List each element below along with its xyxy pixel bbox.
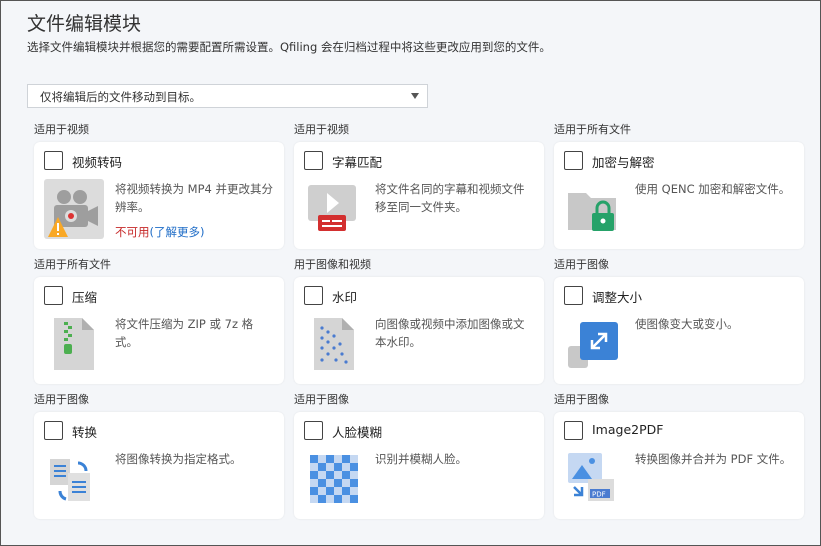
watermark-icon (304, 314, 364, 374)
module-checkbox[interactable] (564, 151, 583, 170)
page-title: 文件编辑模块 (27, 13, 142, 35)
module-card[interactable]: 字幕匹配 将文件名同的字幕和视频文件移至同一文件夹。 (294, 142, 544, 249)
module-4: 适用于所有文件 压缩 将文件压缩为 ZIP 或 7z 格式。 (34, 259, 284, 384)
module-description: 使用 QENC 加密和解密文件。 (635, 182, 791, 196)
module-checkbox[interactable] (44, 421, 63, 440)
module-category: 适用于所有文件 (554, 123, 631, 136)
module-category: 适用于视频 (294, 123, 349, 136)
module-card[interactable]: Image2PDF PDF 转换图像并合并为 PDF 文件。 (554, 412, 804, 519)
select-value: 仅将编辑后的文件移动到目标。 (40, 90, 201, 104)
page-description: 选择文件编辑模块并根据您的需要配置所需设置。Qfiling 会在归档过程中将这些… (27, 40, 551, 54)
module-description: 使图像变大或变小。 (635, 317, 739, 331)
module-category: 适用于图像 (34, 393, 89, 406)
module-checkbox[interactable] (44, 151, 63, 170)
module-checkbox[interactable] (304, 421, 323, 440)
face-blur-icon (304, 449, 364, 509)
module-category: 用于图像和视频 (294, 258, 371, 271)
module-card[interactable]: 水印 向图像或视频中添加图像或文本水印。 (294, 277, 544, 384)
module-6: 适用于图像 调整大小 使图像变大或变小。 (554, 259, 804, 384)
module-checkbox[interactable] (44, 286, 63, 305)
module-checkbox[interactable] (304, 151, 323, 170)
module-card[interactable]: 转换 将图像转换为指定格式。 (34, 412, 284, 519)
image-to-pdf-icon: PDF (564, 449, 624, 509)
module-name: 水印 (332, 290, 358, 305)
svg-text:PDF: PDF (592, 491, 606, 499)
zip-file-icon (44, 314, 104, 374)
module-1: 适用于视频 视频转码 将视频转换为 MP4 并更改其分辨率。不可用(了解更多) (34, 124, 284, 249)
chevron-down-icon (411, 93, 419, 99)
module-3: 适用于所有文件 加密与解密 使用 QENC 加密和解密文件。 (554, 124, 804, 249)
module-description: 将视频转换为 MP4 并更改其分辨率。 (115, 182, 273, 214)
module-description: 将图像转换为指定格式。 (115, 452, 242, 466)
module-category: 适用于所有文件 (34, 258, 111, 271)
module-8: 适用于图像 人脸模糊 识别并模糊人脸。 (294, 394, 544, 519)
module-category: 适用于图像 (554, 393, 609, 406)
module-checkbox[interactable] (564, 421, 583, 440)
module-name: 调整大小 (592, 290, 643, 305)
module-name: 转换 (72, 425, 98, 440)
module-name: 字幕匹配 (332, 155, 383, 170)
module-card[interactable]: 压缩 将文件压缩为 ZIP 或 7z 格式。 (34, 277, 284, 384)
module-name: 加密与解密 (592, 155, 655, 170)
module-checkbox[interactable] (564, 286, 583, 305)
module-card[interactable]: 加密与解密 使用 QENC 加密和解密文件。 (554, 142, 804, 249)
module-name: 压缩 (72, 290, 98, 305)
module-description: 向图像或视频中添加图像或文本水印。 (375, 317, 525, 349)
folder-lock-icon (564, 179, 624, 239)
module-5: 用于图像和视频 水印 向图像或视频中添加图像或文本水印。 (294, 259, 544, 384)
learn-more-link[interactable]: (了解更多) (150, 225, 205, 239)
convert-icon (44, 449, 104, 509)
module-description: 将文件名同的字幕和视频文件移至同一文件夹。 (375, 182, 525, 214)
module-description: 将文件压缩为 ZIP 或 7z 格式。 (115, 317, 254, 349)
subtitle-video-icon (304, 179, 364, 239)
module-description: 转换图像并合并为 PDF 文件。 (635, 452, 792, 466)
module-9: 适用于图像 Image2PDF PDF 转换图像并合并为 PDF 文件。 (554, 394, 804, 519)
module-name: 视频转码 (72, 155, 123, 170)
module-category: 适用于视频 (34, 123, 89, 136)
module-card[interactable]: 人脸模糊 识别并模糊人脸。 (294, 412, 544, 519)
module-2: 适用于视频 字幕匹配 将文件名同的字幕和视频文件移至同一文件夹。 (294, 124, 544, 249)
module-category: 适用于图像 (554, 258, 609, 271)
resize-icon (564, 314, 624, 374)
video-camera-warning-icon (44, 179, 104, 239)
module-card[interactable]: 调整大小 使图像变大或变小。 (554, 277, 804, 384)
module-category: 适用于图像 (294, 393, 349, 406)
module-name: 人脸模糊 (332, 425, 383, 440)
unavailable-status: 不可用 (115, 225, 150, 239)
module-name: Image2PDF (592, 422, 664, 437)
module-description: 识别并模糊人脸。 (375, 452, 467, 466)
output-mode-select[interactable]: 仅将编辑后的文件移动到目标。 (27, 84, 428, 108)
module-7: 适用于图像 转换 将图像转换为指定格式。 (34, 394, 284, 519)
module-checkbox[interactable] (304, 286, 323, 305)
module-card[interactable]: 视频转码 将视频转换为 MP4 并更改其分辨率。不可用(了解更多) (34, 142, 284, 249)
